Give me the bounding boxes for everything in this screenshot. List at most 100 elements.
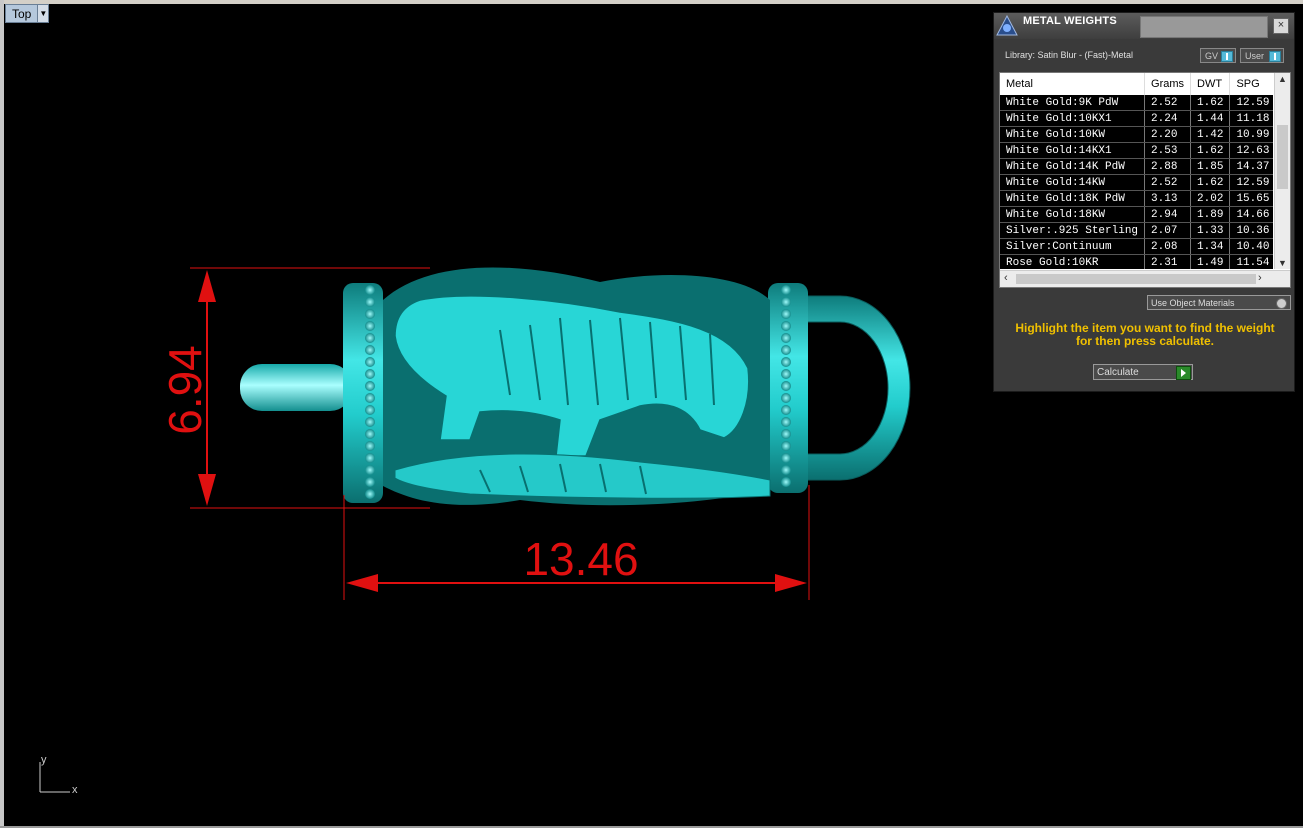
dwt-value: 1.34 [1190, 238, 1231, 255]
chevron-down-icon[interactable]: ▼ [37, 5, 49, 22]
table-row[interactable]: White Gold:14KW 2.52 1.62 12.59 [1000, 174, 1273, 191]
column-header-dwt[interactable]: DWT [1190, 73, 1231, 95]
spg-value: 10.40 [1229, 238, 1273, 255]
horizontal-scrollbar[interactable]: ‹ › [1000, 270, 1290, 287]
grams-value: 2.53 [1144, 142, 1192, 159]
vertical-scroll-thumb[interactable] [1277, 125, 1288, 189]
dimension-arrow-left [346, 574, 378, 592]
grams-value: 2.31 [1144, 254, 1192, 269]
dimension-height-value: 6.94 [159, 345, 211, 435]
axis-gizmo: y x [36, 754, 86, 798]
column-header-spg[interactable]: SPG [1229, 73, 1273, 95]
pendant-peg [240, 364, 352, 411]
use-object-materials-option[interactable]: Use Object Materials [1147, 295, 1291, 310]
dimension-width-value: 13.46 [523, 533, 638, 585]
dwt-value: 1.44 [1190, 110, 1231, 127]
spg-value: 15.65 [1229, 190, 1273, 207]
bead-column-right [781, 285, 791, 487]
axis-x-label: x [72, 784, 78, 796]
metal-weights-table[interactable]: Metal Grams DWT SPG White Gold:9K PdW 2.5… [999, 72, 1291, 288]
metal-name: Silver:Continuum [1000, 238, 1146, 255]
grams-value: 2.94 [1144, 206, 1192, 223]
grams-value: 2.24 [1144, 110, 1192, 127]
scroll-right-icon[interactable]: › [1258, 272, 1262, 284]
gv-toggle[interactable]: GV [1200, 48, 1236, 63]
dwt-value: 2.02 [1190, 190, 1231, 207]
vertical-scrollbar[interactable]: ▲ ▼ [1274, 73, 1290, 269]
spg-value: 11.54 [1229, 254, 1273, 269]
viewport-name-tab[interactable]: Top ▼ [5, 4, 50, 23]
grams-value: 3.13 [1144, 190, 1192, 207]
metal-name: White Gold:14KW [1000, 174, 1146, 191]
use-object-materials-label: Use Object Materials [1151, 297, 1235, 308]
dwt-value: 1.49 [1190, 254, 1231, 269]
spg-value: 14.37 [1229, 158, 1273, 175]
pendant-left-cap [343, 283, 383, 503]
spg-value: 12.59 [1229, 95, 1273, 111]
axis-y-label: y [41, 754, 47, 766]
scroll-up-icon[interactable]: ▲ [1278, 74, 1287, 84]
radio-icon[interactable] [1276, 298, 1287, 309]
gv-toggle-label: GV [1205, 50, 1219, 61]
dwt-value: 1.62 [1190, 95, 1231, 111]
table-row[interactable]: White Gold:18K PdW 3.13 2.02 15.65 [1000, 190, 1273, 207]
pendant-bail [805, 295, 911, 481]
dimension-arrow-bottom [198, 474, 216, 506]
titlebar-drag-area[interactable] [1140, 16, 1268, 38]
metal-name: White Gold:14K PdW [1000, 158, 1146, 175]
dwt-value: 1.62 [1190, 142, 1231, 159]
dwt-value: 1.42 [1190, 126, 1231, 143]
panel-titlebar[interactable]: METAL WEIGHTS × [994, 13, 1294, 39]
metal-name: White Gold:18K PdW [1000, 190, 1146, 207]
viewport-name: Top [12, 6, 32, 21]
dwt-value: 1.89 [1190, 206, 1231, 223]
scroll-left-icon[interactable]: ‹ [1004, 272, 1008, 284]
metal-name: White Gold:10KX1 [1000, 110, 1146, 127]
column-header-grams[interactable]: Grams [1144, 73, 1192, 95]
table-row[interactable]: Silver:.925 Sterling 2.07 1.33 10.36 [1000, 222, 1273, 239]
metal-name: White Gold:18KW [1000, 206, 1146, 223]
calculate-label: Calculate [1097, 366, 1139, 378]
grams-value: 2.88 [1144, 158, 1192, 175]
grams-value: 2.20 [1144, 126, 1192, 143]
grams-value: 2.52 [1144, 174, 1192, 191]
table-row[interactable]: White Gold:18KW 2.94 1.89 14.66 [1000, 206, 1273, 223]
play-arrow-icon[interactable] [1176, 366, 1191, 380]
library-label: Library: Satin Blur - (Fast)-Metal [1005, 50, 1134, 60]
spg-value: 10.36 [1229, 222, 1273, 239]
metal-name: Silver:.925 Sterling [1000, 222, 1146, 239]
table-row[interactable]: White Gold:10KX1 2.24 1.44 11.18 [1000, 110, 1273, 127]
column-header-metal[interactable]: Metal [1000, 73, 1146, 95]
toggle-switch-icon [1269, 51, 1281, 62]
metal-name: White Gold:14KX1 [1000, 142, 1146, 159]
dimension-arrow-right [775, 574, 807, 592]
grams-value: 2.52 [1144, 95, 1192, 111]
table-header-row: Metal Grams DWT SPG [1000, 73, 1273, 95]
spg-value: 14.66 [1229, 206, 1273, 223]
panel-title: METAL WEIGHTS [1023, 15, 1117, 27]
calculate-button[interactable]: Calculate [1093, 364, 1193, 380]
table-row[interactable]: White Gold:14K PdW 2.88 1.85 14.37 [1000, 158, 1273, 175]
app-logo-icon [996, 15, 1018, 36]
close-button[interactable]: × [1273, 18, 1289, 34]
spg-value: 12.63 [1229, 142, 1273, 159]
table-row[interactable]: Rose Gold:10KR 2.31 1.49 11.54 [1000, 254, 1273, 269]
pendant-model[interactable] [240, 267, 911, 506]
toggle-switch-icon [1221, 51, 1233, 62]
scroll-down-icon[interactable]: ▼ [1278, 258, 1287, 268]
table-row[interactable]: White Gold:14KX1 2.53 1.62 12.63 [1000, 142, 1273, 159]
horizontal-scroll-thumb[interactable] [1016, 274, 1256, 284]
spg-value: 12.59 [1229, 174, 1273, 191]
table-row[interactable]: Silver:Continuum 2.08 1.34 10.40 [1000, 238, 1273, 255]
spg-value: 10.99 [1229, 126, 1273, 143]
table-row[interactable]: White Gold:10KW 2.20 1.42 10.99 [1000, 126, 1273, 143]
metal-table: Metal Grams DWT SPG White Gold:9K PdW 2.5… [1000, 73, 1273, 269]
metal-name: White Gold:9K PdW [1000, 95, 1146, 111]
user-toggle[interactable]: User [1240, 48, 1284, 63]
grams-value: 2.07 [1144, 222, 1192, 239]
instruction-text: Highlight the item you want to find the … [1015, 321, 1275, 348]
metal-name: White Gold:10KW [1000, 126, 1146, 143]
table-row[interactable]: White Gold:9K PdW 2.52 1.62 12.59 [1000, 95, 1273, 111]
dwt-value: 1.33 [1190, 222, 1231, 239]
grams-value: 2.08 [1144, 238, 1192, 255]
